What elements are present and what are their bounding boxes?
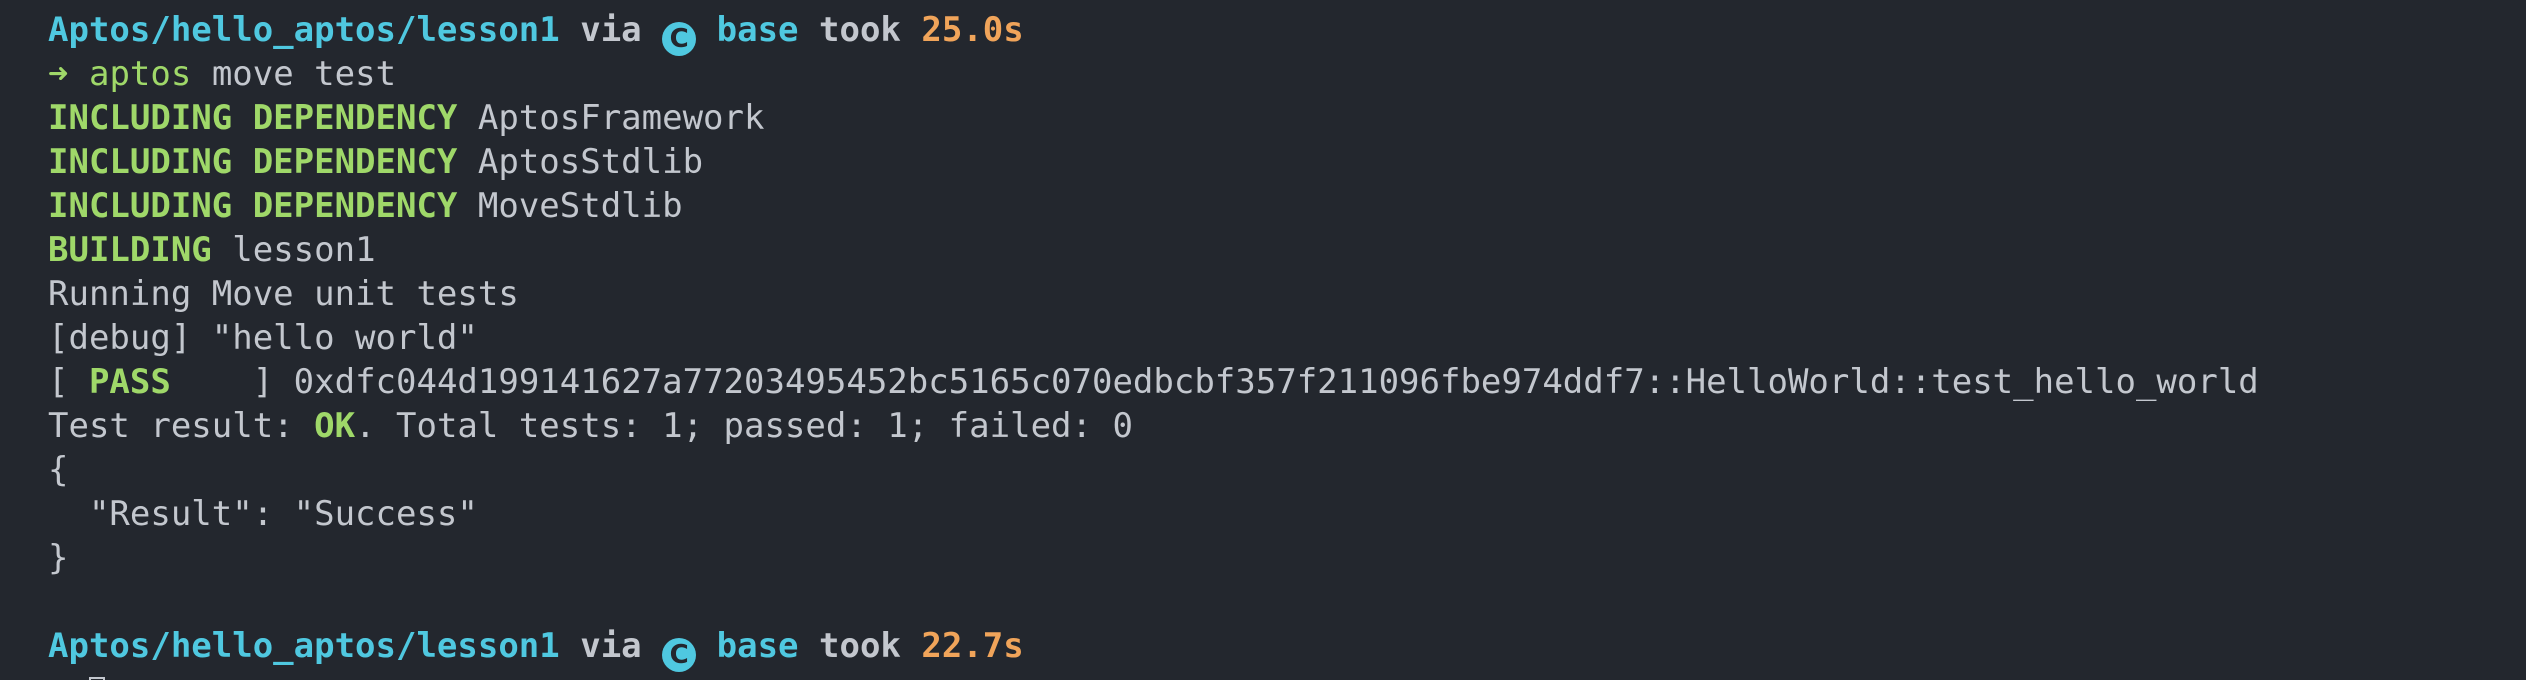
result-summary: . Total tests: 1; passed: 1; failed: 0 — [355, 406, 1133, 446]
prompt-env: base — [716, 626, 799, 666]
dependency-line: INCLUDING DEPENDENCY AptosStdlib — [48, 140, 2526, 184]
json-open-brace: { — [48, 450, 69, 490]
building-label: BUILDING — [48, 230, 212, 270]
result-status: OK — [314, 406, 356, 446]
prompt-line-1: Aptos/hello_aptos/lesson1 via C base too… — [48, 8, 2526, 56]
prompt-arrow-icon: ➜ — [48, 54, 69, 94]
dependency-name: AptosFramework — [477, 98, 765, 138]
prompt-via: via — [580, 626, 642, 666]
dependency-name: AptosStdlib — [477, 142, 704, 182]
prompt-took: took — [819, 626, 901, 666]
terminal-window[interactable]: Aptos/hello_aptos/lesson1 via C base too… — [0, 0, 2526, 680]
test-identifier: 0xdfc044d199141627a77203495452bc5165c070… — [293, 362, 2259, 402]
terminal-cursor[interactable] — [89, 676, 105, 680]
dependency-line: INCLUDING DEPENDENCY AptosFramework — [48, 96, 2526, 140]
conda-c-icon: C — [662, 22, 697, 56]
pass-badge: PASS — [88, 362, 171, 402]
command-args: move test — [211, 54, 397, 94]
dependency-label: INCLUDING DEPENDENCY — [48, 186, 458, 226]
test-result-line: Test result: OK. Total tests: 1; passed:… — [48, 404, 2526, 448]
dependency-label: INCLUDING DEPENDENCY — [48, 142, 458, 182]
prompt-duration: 25.0s — [921, 10, 1024, 50]
result-prefix: Test result: — [48, 406, 315, 446]
pass-bracket-close: ] — [170, 362, 294, 402]
prompt-took: took — [819, 10, 901, 50]
building-line: BUILDING lesson1 — [48, 228, 2526, 272]
pass-line: [ PASS ] 0xdfc044d199141627a77203495452b… — [48, 360, 2526, 404]
debug-line: [debug] "hello world" — [48, 318, 478, 358]
pass-bracket-open: [ — [48, 362, 89, 402]
prompt-path: Aptos/hello_aptos/lesson1 — [48, 626, 560, 666]
prompt-path: Aptos/hello_aptos/lesson1 — [48, 10, 560, 50]
conda-c-icon: C — [662, 638, 697, 672]
prompt-duration: 22.7s — [921, 626, 1024, 666]
command-program: aptos — [88, 54, 192, 94]
prompt-line-2: Aptos/hello_aptos/lesson1 via C base too… — [48, 624, 2526, 672]
command-line: ➜ aptos move test — [48, 52, 2526, 96]
dependency-line: INCLUDING DEPENDENCY MoveStdlib — [48, 184, 2526, 228]
building-name: lesson1 — [232, 230, 376, 270]
prompt-via: via — [580, 10, 642, 50]
json-result-entry: "Result": "Success" — [48, 494, 478, 534]
prompt-env: base — [716, 10, 799, 50]
input-line[interactable] — [48, 668, 2526, 680]
dependency-label: INCLUDING DEPENDENCY — [48, 98, 458, 138]
dependency-name: MoveStdlib — [477, 186, 683, 226]
running-tests-line: Running Move unit tests — [48, 274, 519, 314]
json-close-brace: } — [48, 538, 69, 578]
